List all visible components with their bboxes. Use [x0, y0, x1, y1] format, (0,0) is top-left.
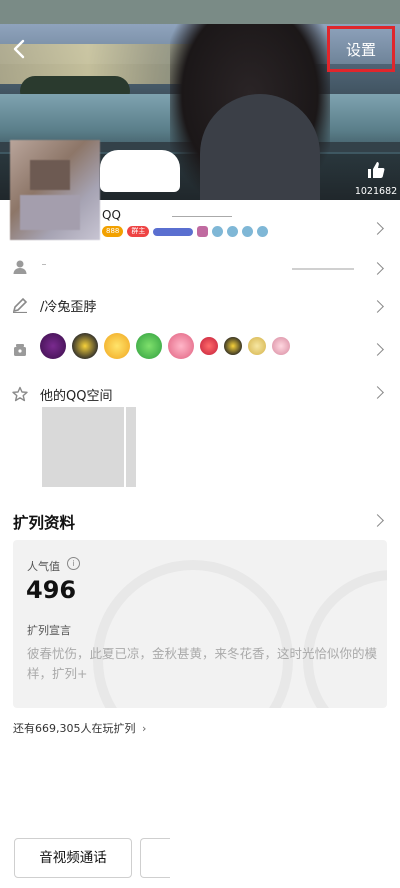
- emoji-badge-list: [40, 333, 290, 359]
- gift-box-icon: [14, 344, 26, 356]
- qzone-photo[interactable]: [126, 407, 136, 487]
- mini-sun-icon: [248, 337, 266, 355]
- profile-name-row[interactable]: QQ 888 群主: [100, 206, 390, 240]
- vip-level-badge: 888: [102, 226, 124, 237]
- popularity-value: 496: [26, 576, 77, 604]
- qzone-label: 他的QQ空间: [40, 389, 113, 404]
- snowflake-icon: [227, 226, 239, 237]
- mini-pig-icon: [272, 337, 290, 355]
- expand-section-title: 扩列资料: [13, 514, 76, 532]
- qzone-photo[interactable]: [42, 407, 124, 487]
- chevron-right-icon: [371, 300, 384, 313]
- declaration-text: 彼春忧伤，此夏已凉，金秋甚黄，来冬花香，这时光恰似你的模样，扩列+: [27, 646, 378, 681]
- chevron-right-icon: [371, 262, 384, 275]
- basic-info-row[interactable]: [0, 248, 400, 288]
- chevron-right-icon: ›: [142, 722, 147, 735]
- gifts-row[interactable]: [0, 330, 400, 370]
- status-bar: [0, 0, 400, 24]
- avatar[interactable]: [10, 140, 100, 240]
- shield-badge-icon: [197, 226, 209, 237]
- pencil-icon: [12, 297, 28, 313]
- pig-badge-icon: [168, 333, 194, 359]
- like-button[interactable]: 1021682: [354, 160, 398, 197]
- declaration-label: 扩列宣言: [27, 624, 71, 637]
- expand-card[interactable]: 人气值 i 496 扩列宣言 彼春忧伤，此夏已凉，金秋甚黄，来冬花香，这时光恰似…: [13, 540, 387, 708]
- playing-count-link[interactable]: 还有669,305人在玩扩列 ›: [13, 720, 146, 736]
- person-icon: [13, 260, 27, 274]
- chevron-right-icon: [371, 222, 384, 235]
- chevron-right-icon[interactable]: [371, 514, 384, 527]
- ruby-icon: [200, 337, 218, 355]
- profile-name: QQ: [102, 208, 121, 222]
- chevron-right-icon: [371, 343, 384, 356]
- snowflake-icon: [257, 226, 269, 237]
- settings-button[interactable]: 设置: [327, 26, 395, 72]
- popularity-label: 人气值: [27, 560, 60, 573]
- back-icon[interactable]: [10, 37, 30, 61]
- video-call-button[interactable]: 音视频通话: [14, 838, 132, 878]
- blurred-name-area: [100, 150, 180, 192]
- diamond-badge-icon: [136, 333, 162, 359]
- info-icon[interactable]: i: [67, 557, 80, 570]
- mini-penguin-icon: [224, 337, 242, 355]
- snowflake-icon: [212, 226, 224, 237]
- penguin-badge-icon: [72, 333, 98, 359]
- devil-badge-icon: [40, 333, 66, 359]
- like-count: 1021682: [354, 186, 398, 197]
- signature-row[interactable]: /冷兔歪脖: [0, 286, 400, 326]
- star-outline-icon: [12, 386, 28, 402]
- signature-text: /冷兔歪脖: [40, 300, 97, 315]
- settings-label: 设置: [345, 41, 376, 59]
- group-owner-badge: 群主: [127, 226, 150, 237]
- thumbs-up-icon: [368, 162, 385, 178]
- badge-list: 888 群主: [102, 226, 269, 237]
- snowflake-icon: [242, 226, 254, 237]
- wing-badge-icon: [153, 227, 194, 236]
- sun-badge-icon: [104, 333, 130, 359]
- next-action-button[interactable]: [140, 838, 170, 878]
- playing-count-text: 还有669,305人在玩扩列: [13, 722, 136, 735]
- chevron-right-icon: [371, 386, 384, 399]
